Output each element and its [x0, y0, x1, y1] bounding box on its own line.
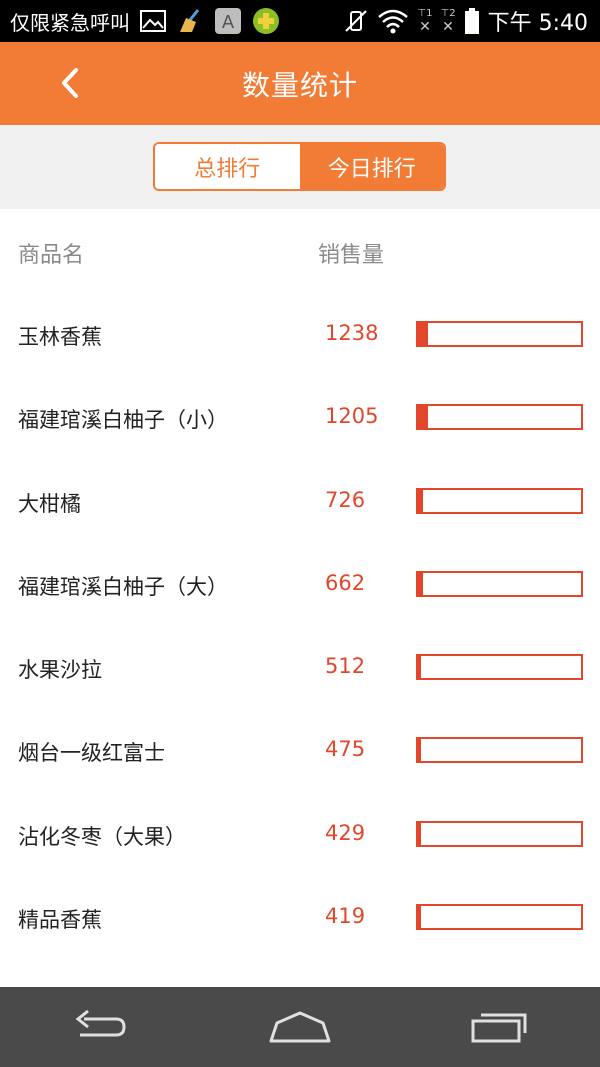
product-row: 精品香蕉 419 [0, 876, 600, 959]
sales-bar [416, 487, 583, 514]
sales-bar [416, 404, 583, 431]
sales-bar [416, 321, 583, 347]
recent-apps-icon [471, 1013, 527, 1043]
back-arrow-icon [75, 1009, 126, 1037]
page-title: 数量统计 [241, 68, 358, 102]
product-name: 沾化冬枣（大果） [18, 824, 186, 849]
status-bar: 仅限紧急呼叫 A ⊤1 ✕ ⊤2 ✕ 下午 5:40 [0, 0, 600, 42]
sales-value: 419 [325, 904, 366, 929]
ranking-segmented-control: 总排行 今日排行 [153, 142, 446, 191]
image-icon [140, 7, 166, 35]
sales-value: 1205 [325, 404, 379, 429]
product-name: 大柑橘 [18, 491, 81, 516]
vibrate-off-icon [343, 7, 369, 35]
product-name: 福建琯溪白柚子（小） [18, 408, 228, 433]
nav-recent-apps-button[interactable] [460, 997, 540, 1057]
product-row: 烟台一级红富士 475 [0, 709, 600, 792]
product-row: 大柑橘 726 [0, 460, 600, 543]
product-name: 烟台一级红富士 [18, 741, 165, 766]
sales-bar [416, 654, 583, 681]
sim2-no-signal-icon: ⊤2 ✕ [440, 8, 456, 35]
product-row: 沾化冬枣（大果） 429 [0, 793, 600, 876]
product-name: 玉林香蕉 [18, 325, 102, 349]
system-nav-bar [0, 987, 600, 1067]
product-row: 水果沙拉 512 [0, 626, 600, 709]
tab-bar: 总排行 今日排行 [0, 125, 600, 209]
sim1-label: 1 [426, 8, 433, 19]
product-name: 精品香蕉 [18, 908, 102, 933]
sales-value: 512 [325, 654, 366, 679]
sales-bar [416, 904, 583, 931]
keyboard-a-icon: A [214, 7, 242, 35]
sales-value: 662 [325, 570, 366, 595]
sales-bar [416, 820, 583, 847]
add-app-icon [252, 7, 280, 35]
sales-bar-fill [418, 489, 423, 512]
sales-value: 1238 [325, 321, 379, 345]
wifi-icon [377, 7, 409, 35]
home-icon [269, 1011, 331, 1043]
column-header: 商品名 销售量 [0, 209, 600, 293]
svg-text:A: A [222, 12, 235, 33]
sim2-label: 2 [449, 8, 456, 19]
app-header: 数量统计 [0, 42, 600, 125]
sales-bar-fill [418, 656, 422, 679]
sales-bar-fill [418, 572, 423, 595]
sales-bar [416, 570, 583, 597]
sim1-no-signal-icon: ⊤1 ✕ [417, 8, 433, 35]
tab-total-ranking[interactable]: 总排行 [155, 144, 300, 189]
chevron-left-icon [62, 68, 78, 98]
sales-bar-fill [418, 906, 422, 929]
carrier-text: 仅限紧急呼叫 [10, 10, 130, 35]
product-name: 水果沙拉 [18, 658, 102, 683]
sales-value: 726 [325, 487, 366, 512]
sales-value: 429 [325, 820, 366, 845]
nav-back-button[interactable] [60, 997, 140, 1057]
sales-bar-fill [418, 406, 428, 429]
sales-bar-fill [418, 822, 422, 845]
sales-bar-fill [418, 739, 422, 762]
product-list: 玉林香蕉 1238 福建琯溪白柚子（小） 1205 大柑橘 726 福建琯溪白柚子（大） 66… [0, 293, 600, 959]
clock: 下午 5:40 [487, 11, 588, 36]
battery-icon [464, 7, 480, 35]
product-row: 福建琯溪白柚子（小） 1205 [0, 376, 600, 459]
sales-bar [416, 737, 583, 764]
tab-today-ranking[interactable]: 今日排行 [299, 144, 444, 189]
sales-bar-fill [418, 323, 428, 345]
sales-value: 475 [325, 737, 366, 762]
back-button[interactable] [56, 64, 92, 102]
column-sales: 销售量 [318, 243, 385, 268]
nav-home-button[interactable] [260, 997, 340, 1057]
product-name: 福建琯溪白柚子（大） [18, 574, 228, 599]
product-row: 玉林香蕉 1238 [0, 293, 600, 376]
broom-icon [176, 7, 204, 35]
column-product-name: 商品名 [18, 243, 85, 268]
product-row: 福建琯溪白柚子（大） 662 [0, 543, 600, 626]
